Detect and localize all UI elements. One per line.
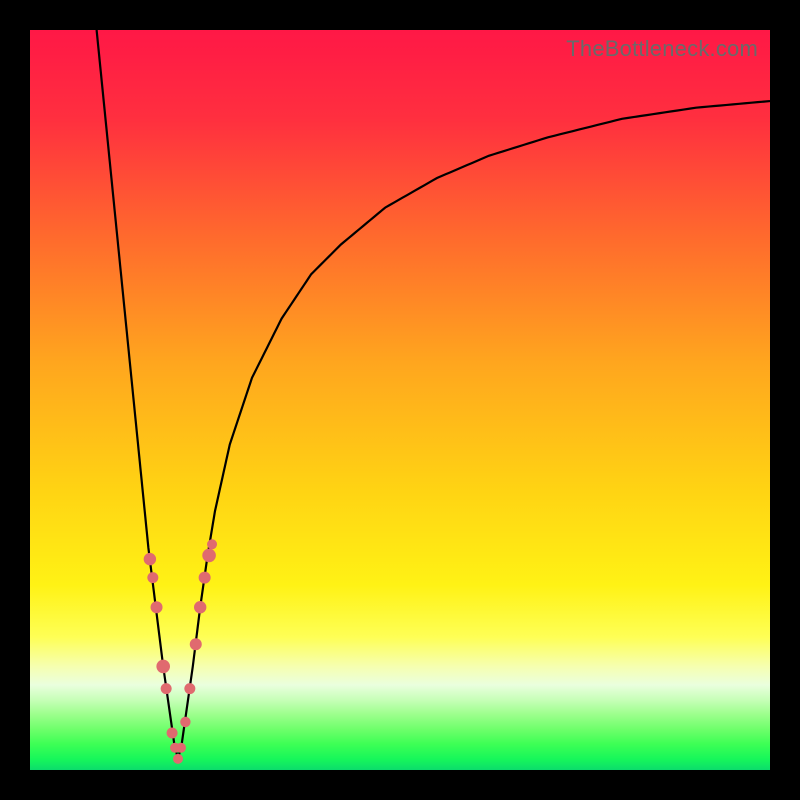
plot-area: TheBottleneck.com [30,30,770,770]
data-marker [156,660,170,674]
bottleneck-curve-layer [30,30,770,770]
data-marker [199,572,211,584]
data-marker [167,728,178,739]
data-marker [176,743,186,753]
data-marker [151,601,163,613]
data-marker [144,553,156,565]
data-marker [194,601,206,613]
data-marker [184,683,195,694]
data-marker [207,539,217,549]
data-marker [173,754,183,764]
data-marker [180,717,190,727]
data-markers [144,539,217,764]
data-marker [190,638,202,650]
chart-frame: TheBottleneck.com [0,0,800,800]
data-marker [161,683,172,694]
data-marker [147,572,158,583]
data-marker [202,549,216,563]
